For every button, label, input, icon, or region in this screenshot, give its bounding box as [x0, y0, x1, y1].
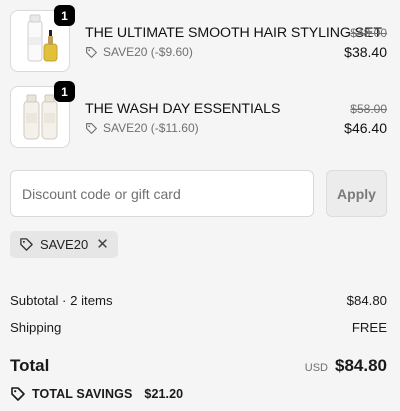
applied-discount-chip: SAVE20 ✕: [10, 231, 118, 258]
tag-icon: [86, 46, 97, 58]
total-label: Total: [10, 356, 50, 375]
quantity-badge: 1: [54, 5, 75, 26]
discount-code-input[interactable]: [10, 170, 314, 217]
shipping-label: Shipping: [10, 320, 62, 335]
tag-icon: [11, 387, 25, 401]
line-item: 1 THE WASH DAY ESSENTIALS SAVE20 (-$11.6…: [10, 81, 387, 150]
item-discount-label: SAVE20 (-$11.60): [103, 121, 199, 135]
product-name: THE ULTIMATE SMOOTH HAIR STYLING SET: [85, 25, 382, 41]
order-summary: 1 THE ULTIMATE SMOOTH HAIR STYLING SET S…: [0, 0, 400, 411]
quantity-badge: 1: [54, 81, 75, 102]
original-price: $48.00: [350, 26, 387, 40]
shipping-row: Shipping FREE: [10, 320, 387, 335]
savings-value: $21.20: [144, 387, 184, 401]
discounted-price: $38.40: [344, 44, 387, 60]
product-name: THE WASH DAY ESSENTIALS: [85, 101, 281, 117]
apply-button[interactable]: Apply: [326, 170, 387, 217]
product-thumbnail: 1: [10, 81, 75, 148]
total-value: $84.80: [335, 356, 387, 375]
applied-code-label: SAVE20: [40, 237, 89, 252]
line-item: 1 THE ULTIMATE SMOOTH HAIR STYLING SET S…: [10, 5, 387, 74]
item-discount: SAVE20 (-$11.60): [85, 121, 199, 135]
shipping-value: FREE: [351, 320, 387, 335]
total-row: Total USD $84.80: [10, 356, 387, 376]
subtotal-row: Subtotal · 2 items $84.80: [10, 293, 387, 308]
tag-icon: [86, 122, 97, 134]
subtotal-value: $84.80: [346, 293, 387, 308]
item-discount: SAVE20 (-$9.60): [85, 45, 193, 59]
currency-code: USD: [304, 362, 328, 374]
item-discount-label: SAVE20 (-$9.60): [103, 45, 193, 59]
tag-icon: [20, 238, 33, 251]
savings-label: TOTAL SAVINGS: [32, 387, 133, 401]
product-thumbnail: 1: [10, 5, 75, 72]
original-price: $58.00: [350, 102, 387, 116]
close-icon[interactable]: ✕: [96, 237, 109, 252]
subtotal-label: Subtotal · 2 items: [10, 293, 113, 308]
total-savings: TOTAL SAVINGS $21.20: [10, 386, 183, 402]
discounted-price: $46.40: [344, 120, 387, 136]
